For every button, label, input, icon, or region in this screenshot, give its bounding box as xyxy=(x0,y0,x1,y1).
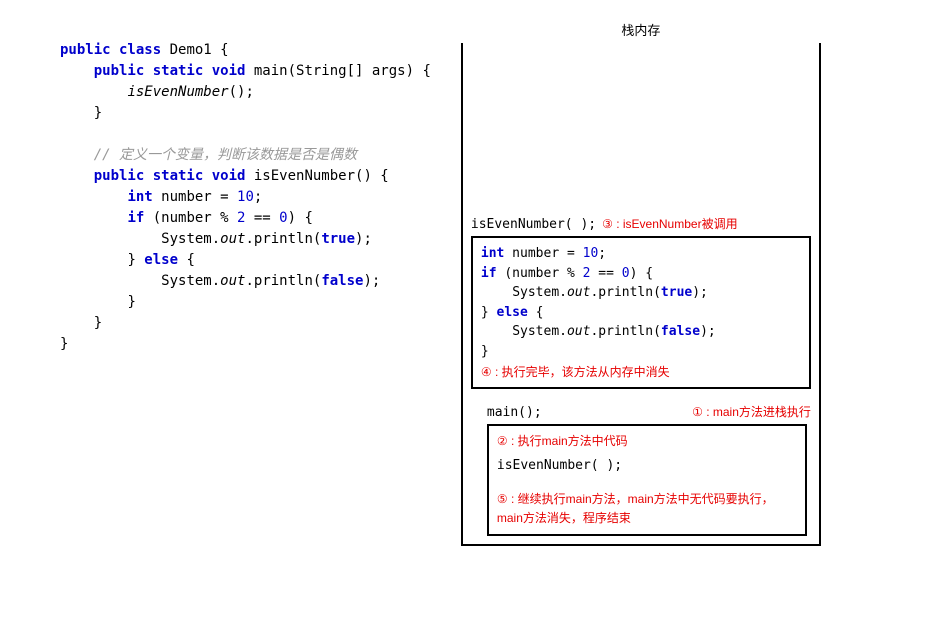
body-l6: } xyxy=(481,344,489,359)
body-l2a: (number % xyxy=(497,266,583,281)
body-l1a: number = xyxy=(504,246,582,261)
kw-true-b: true xyxy=(661,285,692,300)
println-b: .println( xyxy=(245,273,321,289)
annotation-1: ① : main方法进栈执行 xyxy=(692,403,811,420)
kw-public-class: public class xyxy=(60,42,161,58)
iseven-frame-box: int number = 10; if (number % 2 == 0) { … xyxy=(471,236,811,389)
semi: ; xyxy=(254,189,262,205)
main-frame-label: main(); xyxy=(487,405,542,420)
num-10-b: 10 xyxy=(583,246,599,261)
main-frame-box: ② : 执行main方法中代码 isEvenNumber( ); ⑤ : 继续执… xyxy=(487,424,807,536)
out-b2: out xyxy=(567,324,590,339)
out-2: out xyxy=(220,273,245,289)
body-l4b: { xyxy=(528,305,544,320)
body-l5c: ); xyxy=(700,324,716,339)
body-l5a: System. xyxy=(512,324,567,339)
out-1: out xyxy=(220,231,245,247)
println-a: .println( xyxy=(245,231,321,247)
out-b1: out xyxy=(567,285,590,300)
stack-title: 栈内存 xyxy=(461,20,821,39)
annotation-5: ⑤ : 继续执行main方法，main方法中无代码要执行，main方法消失，程序… xyxy=(497,490,797,528)
kw-if-b: if xyxy=(481,266,497,281)
iseven-sig: isEvenNumber() { xyxy=(245,168,388,184)
comment: // 定义一个变量，判断该数据是否是偶数 xyxy=(94,147,357,163)
main-sig: main(String[] args) { xyxy=(245,63,430,79)
annotation-2: ② : 执行main方法中代码 xyxy=(497,432,797,450)
num-0-b: 0 xyxy=(622,266,630,281)
circ-1-icon: ① xyxy=(692,405,703,419)
kw-int-b: int xyxy=(481,246,504,261)
kw-else: else xyxy=(144,252,178,268)
if-b: == xyxy=(245,210,279,226)
else-a: } xyxy=(127,252,144,268)
anno3-text: : isEvenNumber被调用 xyxy=(613,217,738,231)
kw-false: false xyxy=(321,273,363,289)
stack-memory-box: isEvenNumber( ); ③ : isEvenNumber被调用 int… xyxy=(461,43,821,546)
if-a: (number % xyxy=(144,210,237,226)
iseven-frame-label-row: isEvenNumber( ); ③ : isEvenNumber被调用 xyxy=(471,215,811,232)
main-frame-label-row: main(); ① : main方法进栈执行 xyxy=(471,403,811,420)
brace-4: } xyxy=(60,336,68,352)
kw-else-b: else xyxy=(497,305,528,320)
num-10: 10 xyxy=(237,189,254,205)
println-end-b: ); xyxy=(363,273,380,289)
println-end-a: ); xyxy=(355,231,372,247)
circ-3-icon: ③ xyxy=(602,217,613,231)
kw-int: int xyxy=(127,189,152,205)
sys-b: System. xyxy=(161,273,220,289)
iseven-frame-label: isEvenNumber( ); xyxy=(471,217,596,232)
kw-false-b: false xyxy=(661,324,700,339)
if-c: ) { xyxy=(288,210,313,226)
brace-3: } xyxy=(94,315,102,331)
body-l2c: ) { xyxy=(630,266,653,281)
code-listing: public class Demo1 { public static void … xyxy=(60,20,431,546)
annotation-4: ④ : 执行完毕，该方法从内存中消失 xyxy=(481,363,801,381)
kw-if: if xyxy=(127,210,144,226)
anno4-text: : 执行完毕，该方法从内存中消失 xyxy=(492,365,670,379)
anno5-text: : 继续执行main方法，main方法中无代码要执行，main方法消失，程序结束 xyxy=(497,492,774,525)
brace: } xyxy=(94,105,102,121)
kw-method-mods: public static void xyxy=(94,63,246,79)
class-name: Demo1 { xyxy=(161,42,228,58)
brace-2: } xyxy=(127,294,135,310)
anno1-text: : main方法进栈执行 xyxy=(703,405,811,419)
body-l1b: ; xyxy=(598,246,606,261)
kw-true: true xyxy=(321,231,355,247)
num-0: 0 xyxy=(279,210,287,226)
else-b: { xyxy=(178,252,195,268)
annotation-3: ③ : isEvenNumber被调用 xyxy=(602,215,737,232)
iseven-body-code: int number = 10; if (number % 2 == 0) { … xyxy=(481,244,801,361)
circ-2-icon: ② xyxy=(497,432,508,450)
call-end: (); xyxy=(229,84,254,100)
body-l2b: == xyxy=(590,266,621,281)
call-iseven: isEvenNumber xyxy=(127,84,228,100)
body-l3c: ); xyxy=(692,285,708,300)
circ-4-icon: ④ xyxy=(481,363,492,381)
stack-empty-area xyxy=(471,51,811,211)
main-body-call: isEvenNumber( ); xyxy=(497,456,797,476)
body-l5b: .println( xyxy=(590,324,660,339)
code-block: public class Demo1 { public static void … xyxy=(60,40,431,355)
sys-a: System. xyxy=(161,231,220,247)
stack-diagram: 栈内存 isEvenNumber( ); ③ : isEvenNumber被调用… xyxy=(461,20,821,546)
var-decl: number = xyxy=(153,189,237,205)
body-l3b: .println( xyxy=(590,285,660,300)
kw-method-mods-2: public static void xyxy=(94,168,246,184)
circ-5-icon: ⑤ xyxy=(497,490,508,509)
body-l3a: System. xyxy=(512,285,567,300)
body-l4a: } xyxy=(481,305,497,320)
anno2-text: : 执行main方法中代码 xyxy=(508,434,628,448)
